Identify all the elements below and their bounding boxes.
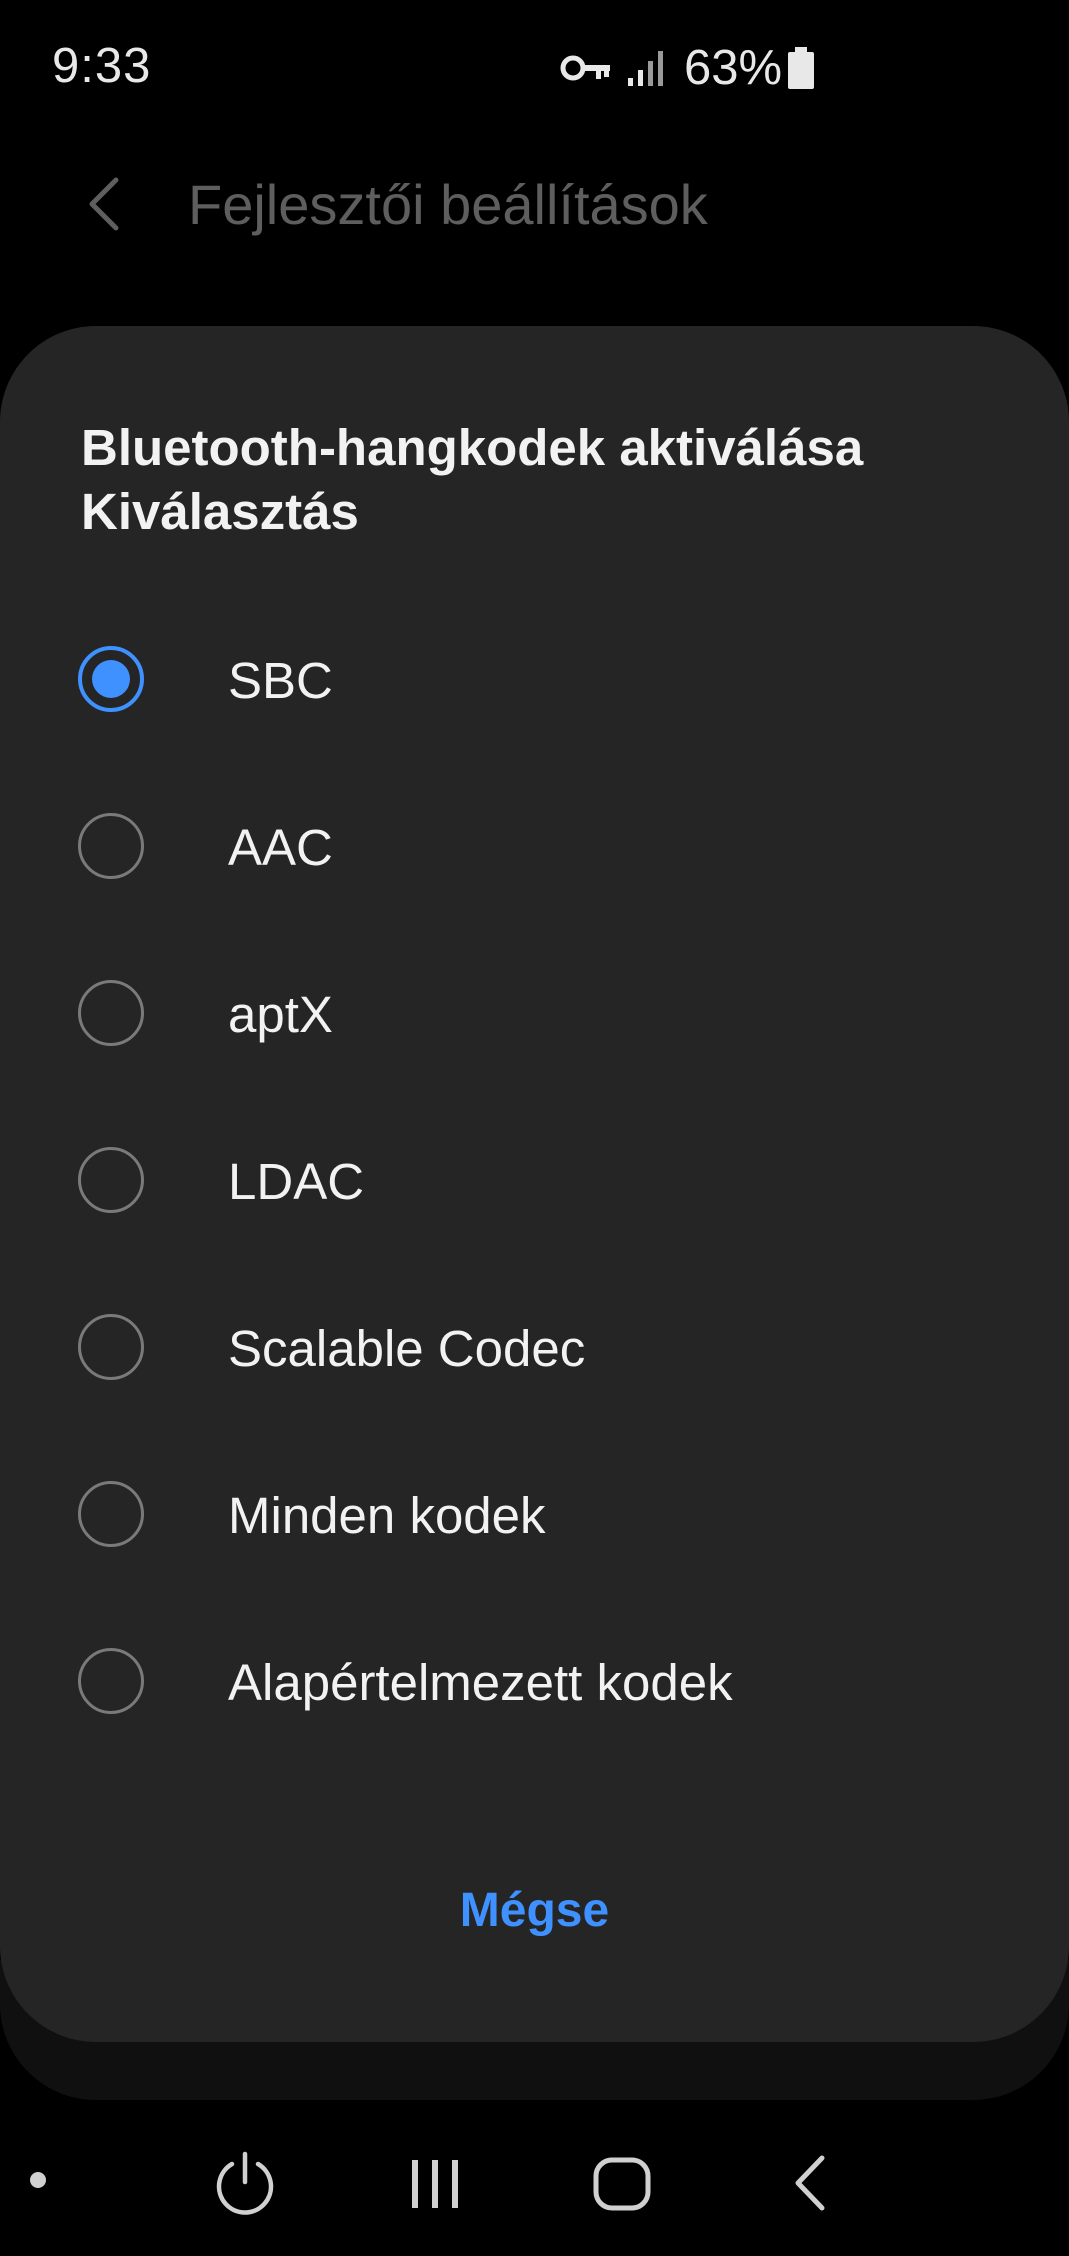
option-label: SBC xyxy=(228,652,333,709)
option-aptx[interactable]: aptX xyxy=(0,930,1069,1097)
radio-button[interactable] xyxy=(78,1314,144,1380)
radio-button[interactable] xyxy=(78,1481,144,1547)
codec-selection-dialog: Bluetooth-hangkodek aktiválása Kiválaszt… xyxy=(0,326,1069,2042)
signal-icon xyxy=(628,51,663,86)
battery-percent: 63% xyxy=(684,41,783,95)
back-icon[interactable] xyxy=(792,2154,828,2212)
option-ldac[interactable]: LDAC xyxy=(0,1097,1069,1264)
dialog-title-line1: Bluetooth-hangkodek aktiválása xyxy=(81,419,864,476)
option-all-codecs[interactable]: Minden kodek xyxy=(0,1431,1069,1598)
radio-button[interactable] xyxy=(78,813,144,879)
status-bar: 9:33 63% xyxy=(0,0,1069,135)
option-label: aptX xyxy=(228,986,333,1043)
codec-options-list: SBC AAC aptX LDAC Scalable Codec Minden … xyxy=(0,596,1069,1765)
battery-icon xyxy=(788,47,815,89)
radio-button[interactable] xyxy=(78,980,144,1046)
background-page-title: Fejlesztői beállítások xyxy=(188,173,708,236)
radio-button[interactable] xyxy=(78,1648,144,1714)
option-label: LDAC xyxy=(228,1153,365,1210)
chevron-left-icon[interactable] xyxy=(80,174,130,234)
background-app-header: Fejlesztői beállítások xyxy=(0,150,1069,260)
dialog-title: Bluetooth-hangkodek aktiválása Kiválaszt… xyxy=(81,416,1001,544)
dialog-title-line2: Kiválasztás xyxy=(81,483,359,540)
option-scalable-codec[interactable]: Scalable Codec xyxy=(0,1264,1069,1431)
vpn-key-icon xyxy=(560,55,610,81)
screen: 9:33 63% Fejlesztői beállítások Bluetoot… xyxy=(0,0,1069,2256)
cancel-button[interactable]: Mégse xyxy=(0,1866,1069,1956)
option-aac[interactable]: AAC xyxy=(0,763,1069,930)
radio-dot xyxy=(92,660,130,698)
option-sbc[interactable]: SBC xyxy=(0,596,1069,763)
option-default-codecs[interactable]: Alapértelmezett kodek xyxy=(0,1598,1069,1765)
option-label: Minden kodek xyxy=(228,1487,546,1544)
option-label: Alapértelmezett kodek xyxy=(228,1654,733,1711)
home-icon[interactable] xyxy=(592,2156,652,2212)
radio-button-selected[interactable] xyxy=(78,646,144,712)
recents-icon[interactable] xyxy=(408,2156,462,2212)
navigation-bar xyxy=(0,2130,1069,2230)
dot-icon xyxy=(30,2172,46,2188)
radio-button[interactable] xyxy=(78,1147,144,1213)
option-label: Scalable Codec xyxy=(228,1320,586,1377)
option-label: AAC xyxy=(228,819,333,876)
power-icon[interactable] xyxy=(212,2148,278,2218)
status-icons: 63% xyxy=(560,40,816,96)
status-time: 9:33 xyxy=(52,39,152,93)
